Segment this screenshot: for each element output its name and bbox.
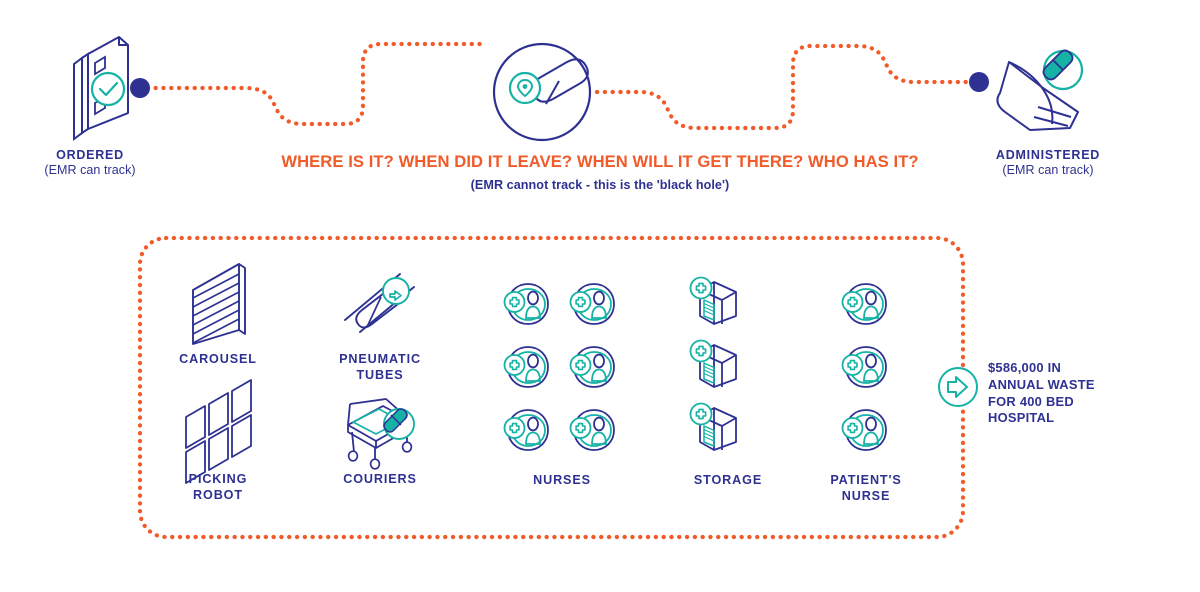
carousel-shelf-icon	[192, 263, 246, 345]
hand-pill-icon	[969, 49, 1084, 131]
annual-waste-line3: FOR 400 BED	[988, 393, 1074, 409]
label-picking-robot-line1: PICKING	[188, 472, 248, 486]
ordered-label: ORDERED (EMR can track)	[10, 148, 170, 179]
courier-cart-icon	[347, 398, 415, 470]
annual-waste-line1: $586,000 IN	[988, 360, 1062, 375]
label-pneumatic-tubes: PNEUMATIC TUBES	[320, 352, 440, 384]
label-carousel: CAROUSEL	[179, 352, 257, 366]
headline-questions: WHERE IS IT? WHEN DID IT LEAVE? WHEN WIL…	[281, 152, 919, 171]
annual-waste-callout: $586,000 IN ANNUAL WASTE FOR 400 BED HOS…	[988, 360, 1148, 427]
nurses-group	[503, 283, 615, 451]
annual-waste-line4: HOSPITAL	[988, 410, 1055, 426]
headline-note: (EMR cannot track - this is the 'black h…	[470, 178, 730, 192]
label-nurses: NURSES	[533, 473, 591, 487]
pneumatic-tube-icon	[344, 273, 415, 333]
label-couriers: COURIERS	[343, 472, 417, 486]
label-patients-nurse: PATIENT'S NURSE	[806, 473, 926, 505]
label-picking-robot-line2: ROBOT	[193, 487, 243, 502]
ordered-subtitle: (EMR can track)	[44, 163, 136, 178]
picking-robot-icon	[185, 379, 252, 484]
label-patients-nurse-line2: NURSE	[841, 488, 891, 503]
patient-nurse-group	[841, 283, 887, 451]
label-storage: STORAGE	[693, 473, 763, 487]
clipboard-check-icon	[73, 36, 150, 141]
label-picking-robot: PICKING ROBOT	[158, 472, 278, 504]
arrow-right-circle-icon	[938, 367, 978, 407]
annual-waste-line2: ANNUAL WASTE	[988, 376, 1095, 392]
storage-group	[689, 276, 737, 451]
label-pneumatic-tubes-line1: PNEUMATIC	[339, 352, 421, 366]
infographic-canvas: ORDERED (EMR can track) ADMINISTERED (EM…	[0, 0, 1200, 592]
label-pneumatic-tubes-line2: TUBES	[356, 367, 404, 382]
label-patients-nurse-line1: PATIENT'S	[830, 473, 902, 487]
headline-block: WHERE IS IT? WHEN DID IT LEAVE? WHEN WIL…	[200, 152, 1000, 192]
ordered-title: ORDERED	[56, 148, 124, 162]
pill-location-pin-icon	[492, 42, 592, 142]
flow-dotted-path	[137, 41, 982, 131]
